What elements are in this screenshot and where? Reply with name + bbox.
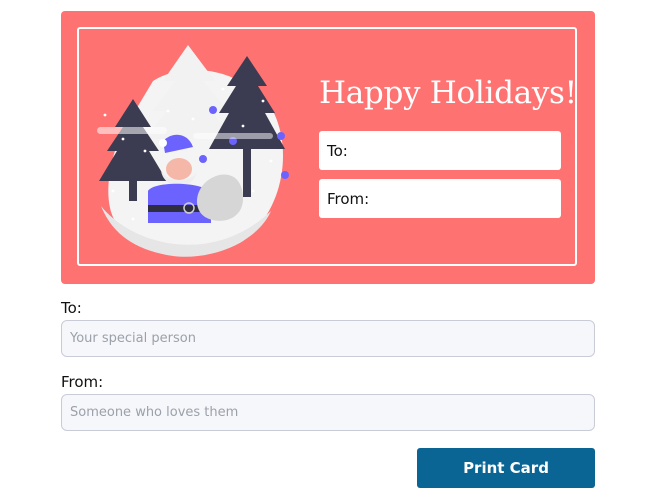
santa-forest-illustration (97, 45, 289, 257)
to-label: To: (61, 299, 82, 317)
card-from-field: From: (319, 179, 561, 218)
from-input[interactable] (61, 394, 595, 431)
to-input[interactable] (61, 320, 595, 357)
card-to-field: To: (319, 131, 561, 170)
from-label: From: (61, 373, 104, 391)
holiday-card-preview: Happy Holidays! To: From: (61, 11, 595, 284)
card-title: Happy Holidays! (319, 75, 577, 111)
print-card-button[interactable]: Print Card (417, 448, 595, 488)
card-to-label: To: (327, 141, 348, 160)
card-from-label: From: (327, 189, 370, 208)
